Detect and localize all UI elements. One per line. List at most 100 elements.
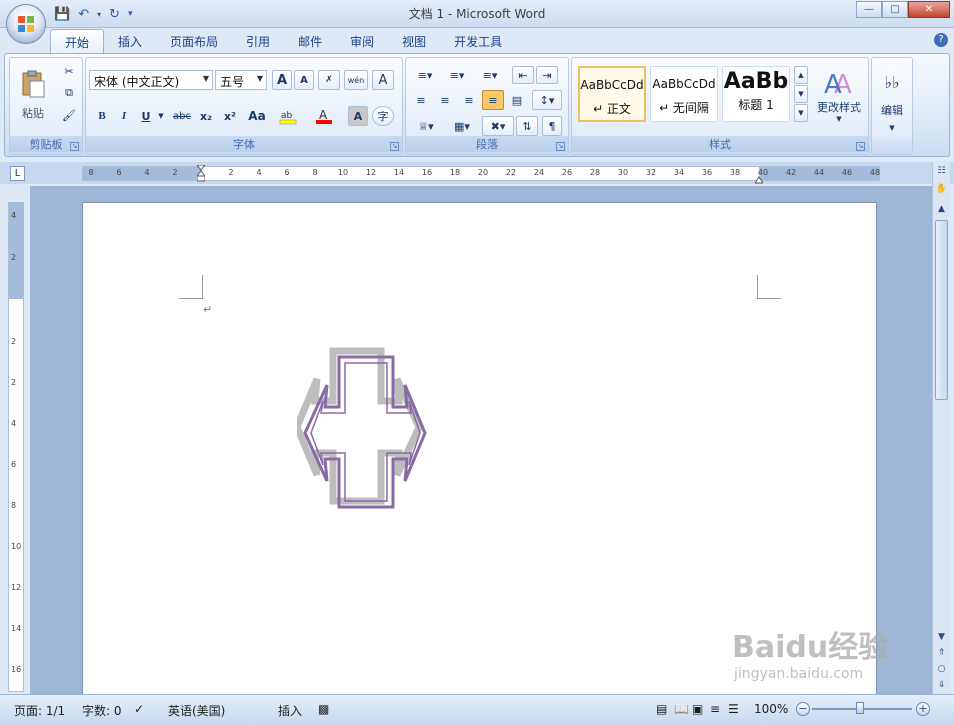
draft-view-icon[interactable]: ☰: [728, 702, 739, 716]
underline-dropdown-icon[interactable]: ▼: [156, 106, 166, 126]
style-normal[interactable]: AaBbCcDd ↵ 正文: [578, 66, 646, 122]
previous-page-icon[interactable]: ⇑: [934, 646, 949, 661]
styles-scroll-up-icon[interactable]: ▲: [794, 66, 808, 84]
zoom-out-icon[interactable]: −: [796, 702, 810, 716]
clear-format-button[interactable]: ✗: [318, 70, 340, 90]
proofing-icon[interactable]: ✓: [134, 702, 144, 716]
align-center-icon[interactable]: ≡: [434, 90, 456, 110]
clipboard-launcher-icon[interactable]: ↘: [70, 142, 79, 151]
line-spacing-icon[interactable]: ↕▾: [532, 90, 562, 110]
format-painter-icon[interactable]: 🖌: [60, 106, 78, 124]
style-heading-1[interactable]: AaBb 标题 1: [722, 66, 790, 122]
scrollbar-thumb[interactable]: [935, 220, 948, 400]
horizontal-ruler[interactable]: 8 6 4 2 2 4 6 8 10 12 14 16 18 20 22 24 26 28 30 32 34 36 38 40…: [82, 164, 880, 184]
sort-icon[interactable]: ⇅: [516, 116, 538, 136]
character-shading-button[interactable]: A: [348, 106, 368, 126]
enclose-characters-button[interactable]: 字: [372, 106, 394, 126]
tab-home[interactable]: 开始: [50, 29, 105, 53]
paste-button[interactable]: 粘贴: [16, 62, 50, 128]
right-indent-marker-icon[interactable]: [754, 173, 764, 184]
scroll-up-icon[interactable]: ▲: [934, 202, 949, 217]
ruler-tick-label: 42: [785, 168, 797, 177]
copy-icon[interactable]: ⧉: [60, 84, 78, 102]
close-button[interactable]: ✕: [908, 1, 950, 18]
change-styles-button[interactable]: A A 更改样式 ▼: [812, 62, 866, 128]
tab-page-layout[interactable]: 页面布局: [156, 29, 232, 53]
outline-view-icon[interactable]: ≡: [710, 702, 720, 716]
character-border-button[interactable]: A: [372, 70, 394, 90]
styles-more-icon[interactable]: ▼: [794, 104, 808, 122]
pan-hand-icon[interactable]: ✋: [934, 182, 949, 197]
zoom-level[interactable]: 100%: [754, 702, 788, 716]
chinese-layout-icon[interactable]: ✖▾: [482, 116, 514, 136]
tab-selector[interactable]: L: [10, 166, 25, 181]
align-right-icon[interactable]: ≡: [458, 90, 480, 110]
font-launcher-icon[interactable]: ↘: [390, 142, 399, 151]
editing-button[interactable]: ♭♭ 编辑 ▼: [874, 62, 910, 142]
styles-group-label: 样式: [572, 136, 868, 152]
italic-button[interactable]: I: [114, 106, 134, 126]
bold-button[interactable]: B: [92, 106, 112, 126]
document-page[interactable]: ↵: [82, 202, 877, 694]
justify-icon[interactable]: ≡: [482, 90, 504, 110]
office-button[interactable]: [6, 4, 46, 44]
distributed-icon[interactable]: ▤: [506, 90, 528, 110]
styles-launcher-icon[interactable]: ↘: [856, 142, 865, 151]
maximize-button[interactable]: □: [882, 1, 908, 18]
minimize-button[interactable]: —: [856, 1, 882, 18]
multilevel-list-icon[interactable]: ≡▾: [474, 66, 506, 84]
tab-view[interactable]: 视图: [388, 29, 440, 53]
decrease-indent-icon[interactable]: ⇤: [512, 66, 534, 84]
font-color-button[interactable]: A: [312, 106, 338, 126]
next-page-icon[interactable]: ⇓: [934, 678, 949, 693]
vertical-scrollbar[interactable]: ☷ ✋ ▲ ▼ ⇑ ○ ⇓: [932, 162, 950, 694]
underline-button[interactable]: U: [136, 106, 156, 126]
vertical-ruler[interactable]: 42224681012141618: [8, 202, 24, 715]
full-screen-reading-icon[interactable]: 📖: [674, 702, 689, 716]
word-count[interactable]: 字数: 0: [82, 702, 122, 719]
page-count[interactable]: 页面: 1/1: [14, 702, 65, 719]
ruler-tick-label: 4: [144, 168, 150, 177]
style-no-spacing[interactable]: AaBbCcDd ↵ 无间隔: [650, 66, 718, 122]
language-indicator[interactable]: 英语(美国): [168, 702, 225, 719]
font-size-combo[interactable]: 五号 ▼: [215, 70, 267, 90]
select-browse-object-icon[interactable]: ○: [934, 662, 949, 677]
cut-icon[interactable]: ✂: [60, 62, 78, 80]
ruler-tick-label: 4: [11, 419, 17, 428]
shrink-font-button[interactable]: A: [294, 70, 314, 90]
tab-references[interactable]: 引用: [232, 29, 284, 53]
borders-icon[interactable]: ▦▾: [446, 116, 478, 136]
highlight-button[interactable]: ab: [276, 106, 302, 126]
paragraph-launcher-icon[interactable]: ↘: [556, 142, 565, 151]
zoom-slider-knob[interactable]: [856, 702, 864, 714]
strikethrough-button[interactable]: abc: [170, 106, 194, 126]
subscript-button[interactable]: x₂: [196, 106, 216, 126]
phonetic-guide-button[interactable]: wén: [344, 70, 368, 90]
print-layout-view-icon[interactable]: ▤: [656, 702, 667, 716]
grow-font-button[interactable]: A: [272, 70, 292, 90]
tab-mailings[interactable]: 邮件: [284, 29, 336, 53]
tab-insert[interactable]: 插入: [104, 29, 156, 53]
insert-mode[interactable]: 插入: [278, 702, 302, 719]
increase-indent-icon[interactable]: ⇥: [536, 66, 558, 84]
align-left-icon[interactable]: ≡: [410, 90, 432, 110]
macro-recording-icon[interactable]: ▩: [318, 702, 329, 716]
styles-scroll-down-icon[interactable]: ▼: [794, 85, 808, 103]
zoom-in-icon[interactable]: +: [916, 702, 930, 716]
scroll-down-icon[interactable]: ▼: [934, 630, 949, 645]
cross-arrow-shape[interactable]: [297, 345, 427, 509]
superscript-button[interactable]: x²: [220, 106, 240, 126]
tab-review[interactable]: 审阅: [336, 29, 388, 53]
ruler-tick-label: 32: [645, 168, 657, 177]
shading-icon[interactable]: ♕▾: [410, 116, 442, 136]
web-layout-icon[interactable]: ▣: [692, 702, 703, 716]
change-case-button[interactable]: Aa: [244, 106, 270, 126]
font-name-combo[interactable]: 宋体 (中文正文) ▼: [89, 70, 213, 90]
bullets-icon[interactable]: ≡▾: [410, 66, 440, 84]
view-ruler-icon[interactable]: ☷: [934, 164, 949, 179]
tab-developer[interactable]: 开发工具: [440, 29, 516, 53]
show-marks-icon[interactable]: ¶: [542, 116, 562, 136]
numbering-icon[interactable]: ≡▾: [442, 66, 472, 84]
indent-marker-icon[interactable]: [195, 164, 207, 182]
help-icon[interactable]: ?: [934, 33, 948, 47]
